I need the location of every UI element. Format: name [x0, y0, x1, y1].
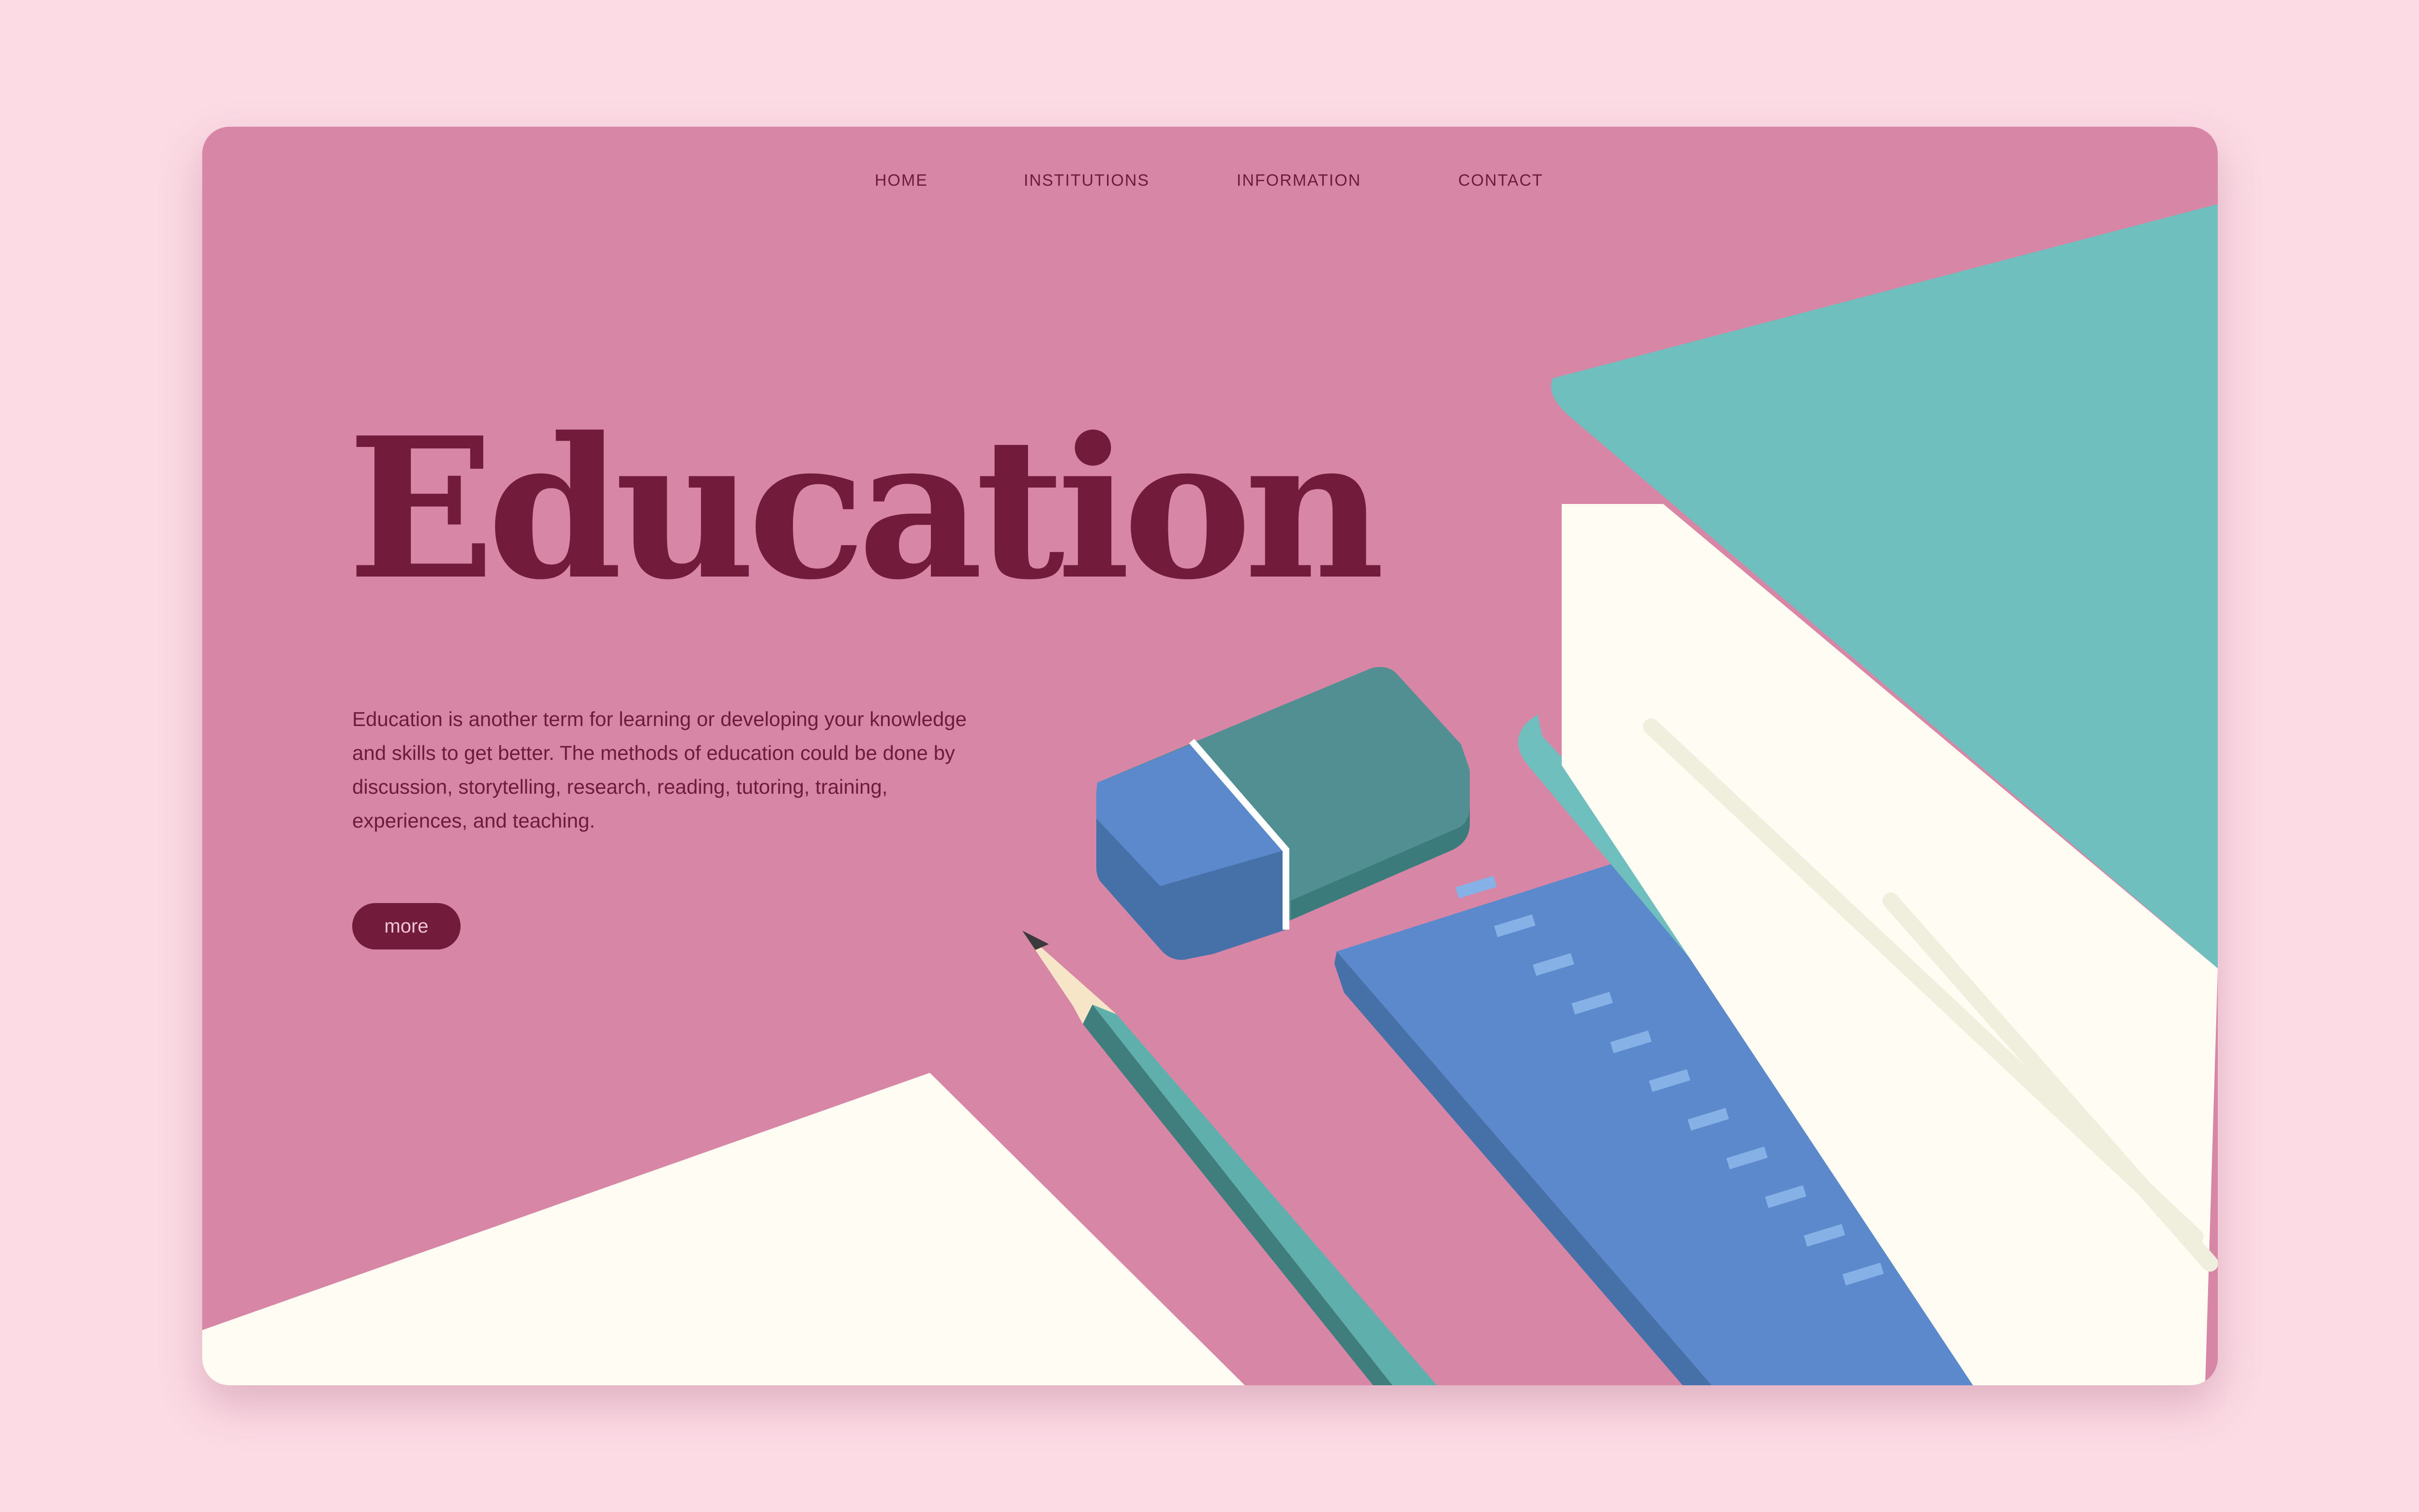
nav-contact-link[interactable]: CONTACT	[1458, 171, 1543, 190]
landing-card: HOME INSTITUTIONS INFORMATION CONTACT Ed…	[202, 127, 2218, 1385]
nav-institutions-link[interactable]: INSTITUTIONS	[1024, 171, 1150, 190]
nav-home-link[interactable]: HOME	[875, 171, 928, 190]
more-button[interactable]: more	[352, 903, 461, 949]
eraser-icon	[1096, 667, 1470, 960]
nav-information-link[interactable]: INFORMATION	[1237, 171, 1361, 190]
paper-sheet-icon	[202, 1073, 1245, 1385]
hero-title: Education	[347, 395, 1385, 623]
main-nav: HOME INSTITUTIONS INFORMATION CONTACT	[202, 171, 2218, 205]
hero-description: Education is another term for learning o…	[352, 708, 967, 832]
